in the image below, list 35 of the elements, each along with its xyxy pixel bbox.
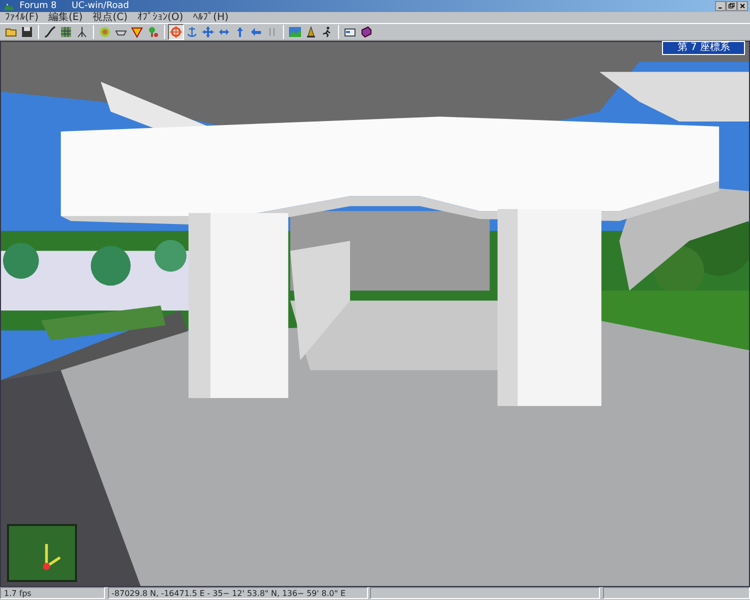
restore-icon (726, 2, 736, 10)
crosshair-icon (170, 26, 182, 38)
company-name: Forum 8 (20, 0, 57, 12)
landscape-icon (288, 26, 300, 38)
runner-icon (320, 26, 332, 38)
minimap-drawing (7, 524, 77, 582)
restore-button[interactable] (726, 1, 736, 11)
minimize-button[interactable] (714, 1, 726, 11)
mountain-logo-icon (2, 1, 14, 11)
book-icon (360, 26, 372, 38)
coordinate-system-label: 第 7 座標系 (662, 41, 745, 55)
menu-item[interactable]: ﾍﾙﾌﾟ(H) (188, 12, 234, 23)
menu-item[interactable]: ﾌｧｲﾙ(F) (0, 12, 44, 23)
close-icon (738, 2, 746, 10)
cone-icon (304, 26, 316, 38)
left-arrow-icon (250, 26, 262, 38)
menu-item[interactable]: ｵﾌﾟｼｮﾝ(O) (132, 12, 188, 23)
four-arrows-icon (202, 26, 214, 38)
card-icon (344, 26, 356, 38)
ring-icon (98, 26, 110, 38)
folder-icon (4, 26, 16, 38)
status-text: 1.7 fps (0, 587, 105, 599)
anchor-icon (186, 26, 198, 38)
close-button[interactable] (736, 1, 748, 11)
menu-item[interactable]: 編集(E) (44, 12, 88, 23)
shield-icon (130, 26, 142, 38)
toolbar-button[interactable] (168, 24, 184, 40)
status-text: -87029.8 N, -16471.5 E - 35− 12' 53.8" N, 136− 59' 8.0" E (108, 587, 368, 599)
window-title: UC-win/Road (72, 0, 129, 12)
grid-icon (60, 26, 72, 38)
curve-icon (44, 26, 56, 38)
tripod-icon (76, 26, 88, 38)
horizontal-arrows-icon (218, 26, 230, 38)
tree-icon (146, 26, 158, 38)
menu-item[interactable]: 視点(C) (88, 12, 132, 23)
